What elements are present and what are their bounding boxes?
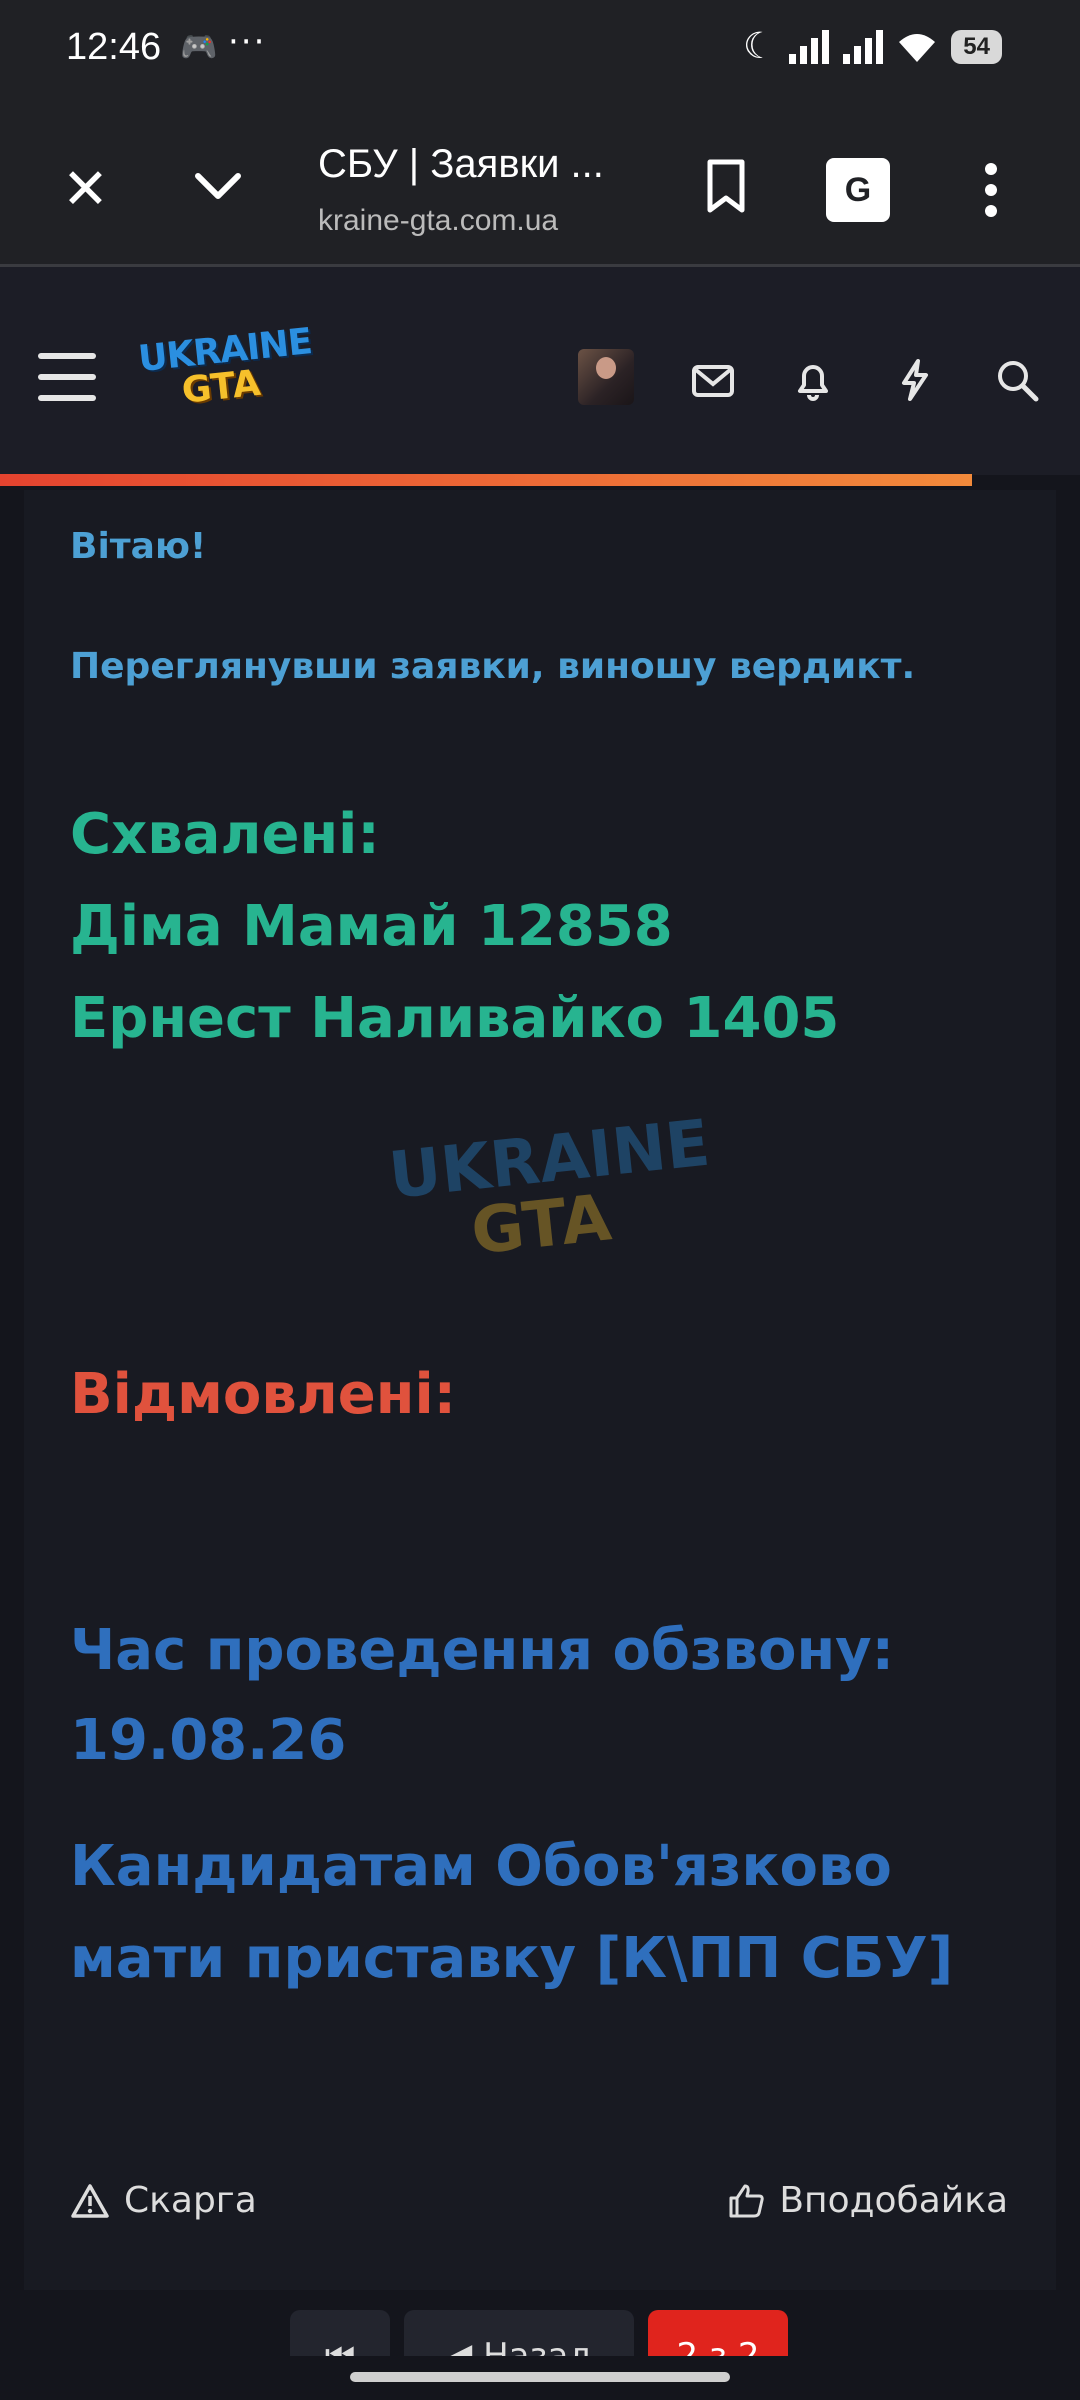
browser-toolbar: ✕ СБУ | Заявки ... kraine-gta.com.ua G xyxy=(0,100,1080,266)
like-label: Вподобайка xyxy=(779,2180,1008,2221)
translate-icon[interactable]: G xyxy=(826,158,890,222)
chevron-down-icon[interactable] xyxy=(192,160,244,212)
reading-progress-bar xyxy=(0,474,972,486)
like-button[interactable]: Вподобайка xyxy=(727,2180,1008,2221)
thumbs-up-icon xyxy=(729,2184,765,2217)
warning-icon xyxy=(71,2183,109,2218)
rejected-heading: Відмовлені: xyxy=(70,1362,457,1427)
report-label: Скарга xyxy=(124,2180,257,2221)
site-header: UKRAINE GTA xyxy=(0,267,1080,486)
candidate-note-line2: мати приставку [К\ПП СБУ] xyxy=(70,1926,954,1991)
discord-icon: 🎮 xyxy=(180,30,218,65)
wifi-icon xyxy=(899,33,936,62)
signal-2-icon xyxy=(843,29,884,64)
signal-icon xyxy=(789,29,830,64)
post-intro: Переглянувши заявки, виношу вердикт. xyxy=(70,646,916,687)
more-menu-icon[interactable] xyxy=(984,162,998,218)
do-not-disturb-icon: ☾ xyxy=(743,26,776,67)
url-text[interactable]: kraine-gta.com.ua xyxy=(318,204,558,238)
candidate-note-line1: Кандидатам Обов'язково xyxy=(70,1834,892,1899)
status-bar: 12:46 🎮 ··· ☾ 54 xyxy=(0,0,1080,100)
report-button[interactable]: Скарга xyxy=(70,2180,257,2221)
menu-icon[interactable] xyxy=(38,353,96,403)
lightning-icon[interactable] xyxy=(892,357,938,403)
mail-icon[interactable] xyxy=(690,357,736,403)
bell-icon[interactable] xyxy=(790,357,836,403)
status-right: ☾ 54 xyxy=(743,26,1002,67)
bookmark-icon[interactable] xyxy=(706,158,746,214)
post-greeting: Вітаю! xyxy=(70,526,207,567)
more-notifications-icon: ··· xyxy=(228,22,267,62)
approved-item: Діма Мамай 12858 xyxy=(70,894,673,959)
approved-item: Ернест Наливайко 1405 xyxy=(70,986,840,1051)
call-time-label: Час проведення обзвону: xyxy=(70,1618,895,1683)
browser-chrome: 12:46 🎮 ··· ☾ 54 ✕ СБУ | Заявки ... krai… xyxy=(0,0,1080,267)
close-tab-icon[interactable]: ✕ xyxy=(62,162,109,218)
call-time-value: 19.08.26 xyxy=(70,1708,347,1773)
home-indicator[interactable] xyxy=(350,2372,730,2382)
approved-heading: Схвалені: xyxy=(70,802,380,867)
user-avatar[interactable] xyxy=(578,349,634,405)
battery-indicator: 54 xyxy=(951,29,1002,64)
status-time: 12:46 xyxy=(66,26,162,68)
search-icon[interactable] xyxy=(994,357,1040,403)
site-logo[interactable]: UKRAINE GTA xyxy=(136,321,317,414)
tab-title: СБУ | Заявки ... xyxy=(318,142,604,186)
